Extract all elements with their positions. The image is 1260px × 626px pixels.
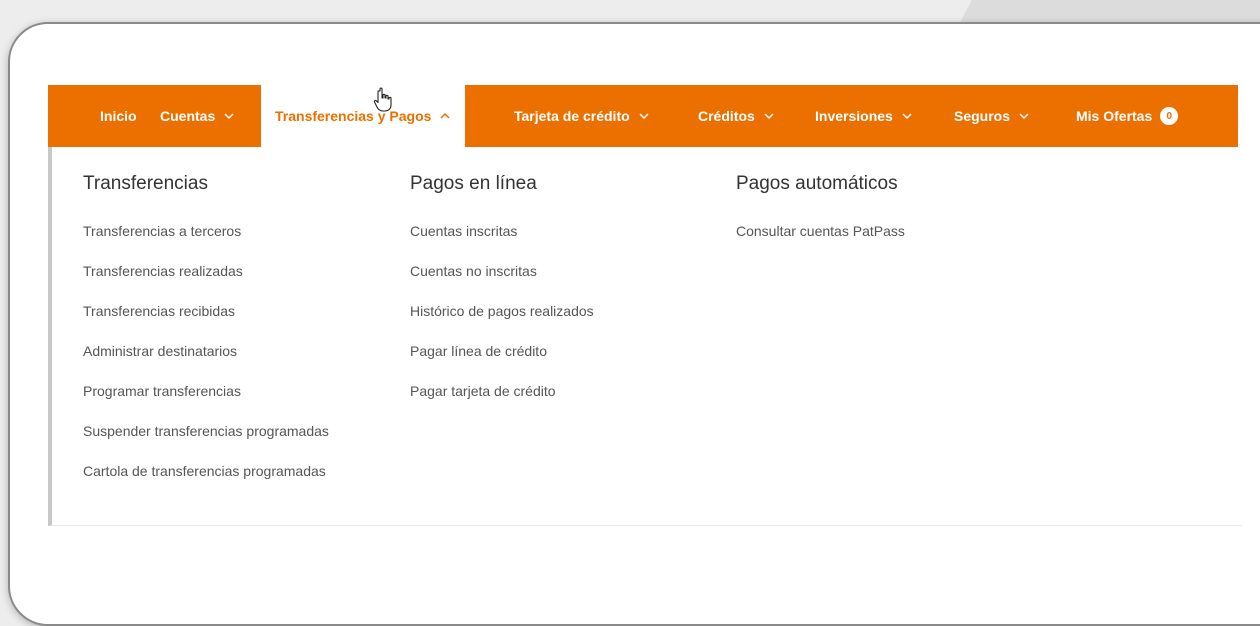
- nav-inicio[interactable]: Inicio: [100, 85, 137, 147]
- chevron-down-icon: [764, 113, 774, 120]
- menu-link[interactable]: Transferencias realizadas: [83, 263, 329, 303]
- nav-seguros[interactable]: Seguros: [954, 85, 1030, 147]
- main-navbar: Inicio Cuentas Transferencias y Pagos Ta…: [48, 85, 1238, 147]
- menu-column-pagos-en-linea: Pagos en línea Cuentas inscritas Cuentas…: [410, 173, 594, 423]
- menu-column-title: Pagos en línea: [410, 173, 537, 194]
- nav-label: Mis Ofertas: [1076, 108, 1153, 124]
- chevron-down-icon: [1019, 113, 1029, 120]
- menu-link[interactable]: Administrar destinatarios: [83, 343, 329, 383]
- nav-inversiones[interactable]: Inversiones: [815, 85, 913, 147]
- nav-label: Seguros: [954, 108, 1011, 124]
- nav-transferencias-pagos[interactable]: Transferencias y Pagos: [261, 85, 466, 147]
- nav-label: Cuentas: [160, 108, 216, 124]
- menu-link[interactable]: Pagar tarjeta de crédito: [410, 383, 594, 423]
- nav-mis-ofertas[interactable]: Mis Ofertas 0: [1076, 85, 1179, 147]
- menu-link[interactable]: Cuentas inscritas: [410, 223, 594, 263]
- nav-label: Tarjeta de crédito: [514, 108, 630, 124]
- nav-creditos[interactable]: Créditos: [698, 85, 775, 147]
- menu-link[interactable]: Histórico de pagos realizados: [410, 303, 594, 343]
- menu-column-title: Transferencias: [83, 173, 208, 194]
- chevron-down-icon: [902, 113, 912, 120]
- menu-link[interactable]: Suspender transferencias programadas: [83, 423, 329, 463]
- nav-label: Inversiones: [815, 108, 893, 124]
- nav-tarjeta-credito[interactable]: Tarjeta de crédito: [514, 85, 650, 147]
- offers-count-badge: 0: [1160, 107, 1179, 125]
- screen-frame: Inicio Cuentas Transferencias y Pagos Ta…: [8, 22, 1260, 626]
- nav-label: Créditos: [698, 108, 755, 124]
- nav-cuentas[interactable]: Cuentas: [160, 85, 235, 147]
- chevron-down-icon: [639, 113, 649, 120]
- menu-link[interactable]: Cartola de transferencias programadas: [83, 463, 329, 503]
- menu-link[interactable]: Cuentas no inscritas: [410, 263, 594, 303]
- chevron-up-icon: [440, 112, 450, 119]
- menu-link[interactable]: Transferencias recibidas: [83, 303, 329, 343]
- menu-column-pagos-automaticos: Pagos automáticos Consultar cuentas PatP…: [736, 173, 905, 263]
- menu-link[interactable]: Pagar línea de crédito: [410, 343, 594, 383]
- chevron-down-icon: [224, 113, 234, 120]
- hand-pointer-cursor-icon: [373, 87, 392, 112]
- menu-link[interactable]: Programar transferencias: [83, 383, 329, 423]
- nav-label: Inicio: [100, 108, 137, 124]
- nav-label: Transferencias y Pagos: [275, 108, 432, 124]
- menu-link[interactable]: Transferencias a terceros: [83, 223, 329, 263]
- menu-column-transferencias: Transferencias Transferencias a terceros…: [83, 173, 329, 503]
- menu-column-title: Pagos automáticos: [736, 173, 898, 194]
- transferencias-pagos-dropdown: Transferencias Transferencias a terceros…: [48, 147, 1242, 526]
- menu-link[interactable]: Consultar cuentas PatPass: [736, 223, 905, 263]
